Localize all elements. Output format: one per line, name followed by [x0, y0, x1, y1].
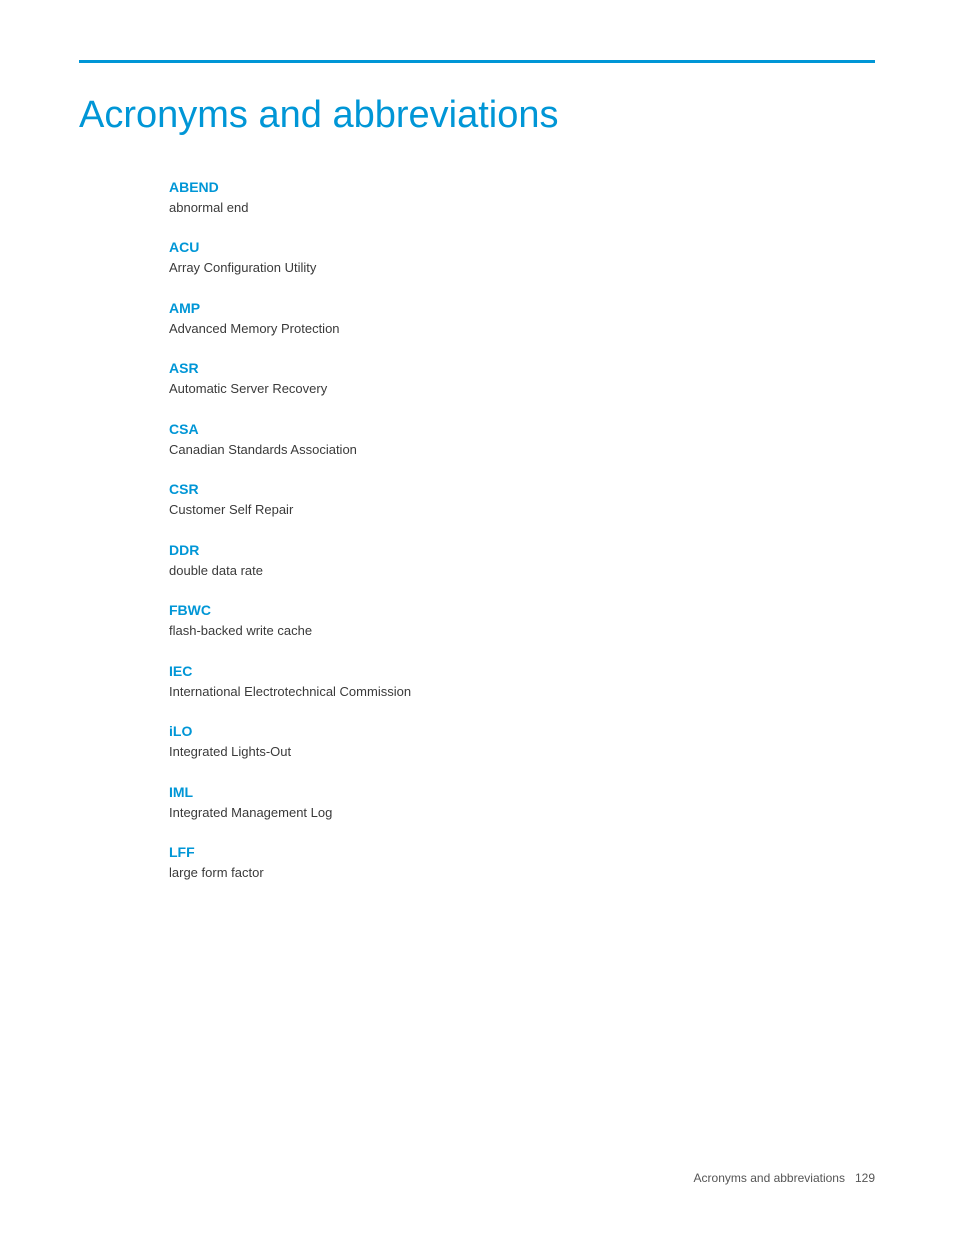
acronym-entry: IEC International Electrotechnical Commis…: [169, 663, 875, 702]
acronym-definition: International Electrotechnical Commissio…: [169, 682, 875, 702]
acronym-entry: LFF large form factor: [169, 844, 875, 883]
acronym-list: ABEND abnormal end ACU Array Configuration …: [169, 179, 875, 883]
acronym-entry: ABEND abnormal end: [169, 179, 875, 218]
acronym-entry: AMP Advanced Memory Protection: [169, 300, 875, 339]
acronym-term: CSA: [169, 421, 875, 437]
acronym-term: FBWC: [169, 602, 875, 618]
acronym-term: CSR: [169, 481, 875, 497]
acronym-definition: Automatic Server Recovery: [169, 379, 875, 399]
footer-page-number: 129: [855, 1171, 875, 1185]
top-border: [79, 60, 875, 63]
acronym-definition: Integrated Lights-Out: [169, 742, 875, 762]
acronym-term: IEC: [169, 663, 875, 679]
acronym-definition: Array Configuration Utility: [169, 258, 875, 278]
acronym-entry: iLO Integrated Lights-Out: [169, 723, 875, 762]
acronym-term: iLO: [169, 723, 875, 739]
acronym-term: ASR: [169, 360, 875, 376]
acronym-entry: ASR Automatic Server Recovery: [169, 360, 875, 399]
acronym-entry: ACU Array Configuration Utility: [169, 239, 875, 278]
acronym-definition: Integrated Management Log: [169, 803, 875, 823]
acronym-definition: abnormal end: [169, 198, 875, 218]
acronym-term: LFF: [169, 844, 875, 860]
acronym-definition: Customer Self Repair: [169, 500, 875, 520]
acronym-definition: Canadian Standards Association: [169, 440, 875, 460]
acronym-definition: large form factor: [169, 863, 875, 883]
page-container: Acronyms and abbreviations ABEND abnormal…: [0, 0, 954, 1235]
acronym-term: DDR: [169, 542, 875, 558]
acronym-entry: CSA Canadian Standards Association: [169, 421, 875, 460]
acronym-entry: CSR Customer Self Repair: [169, 481, 875, 520]
acronym-definition: flash-backed write cache: [169, 621, 875, 641]
page-footer: Acronyms and abbreviations 129: [694, 1171, 875, 1185]
acronym-term: AMP: [169, 300, 875, 316]
acronym-entry: DDR double data rate: [169, 542, 875, 581]
page-title: Acronyms and abbreviations: [79, 93, 875, 139]
acronym-definition: Advanced Memory Protection: [169, 319, 875, 339]
acronym-term: IML: [169, 784, 875, 800]
acronym-definition: double data rate: [169, 561, 875, 581]
acronym-entry: IML Integrated Management Log: [169, 784, 875, 823]
acronym-entry: FBWC flash-backed write cache: [169, 602, 875, 641]
footer-text: Acronyms and abbreviations: [694, 1171, 845, 1185]
acronym-term: ABEND: [169, 179, 875, 195]
acronym-term: ACU: [169, 239, 875, 255]
